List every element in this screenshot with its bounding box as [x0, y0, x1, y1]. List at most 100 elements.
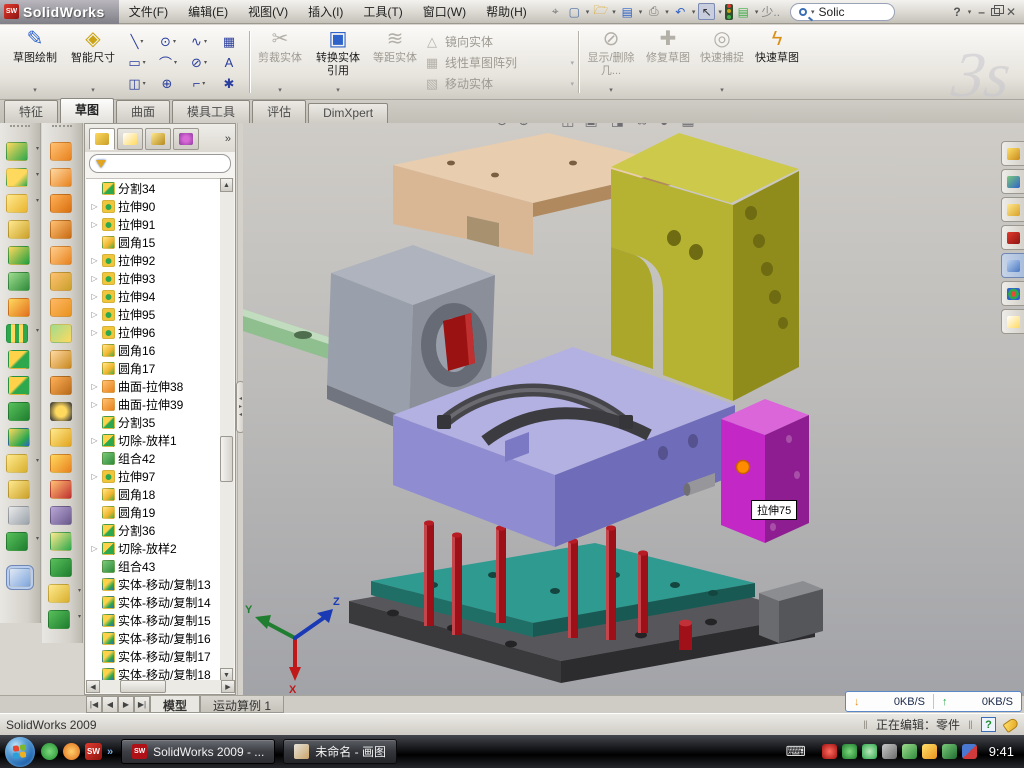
tree-item[interactable]: 实体-移动/复制16: [86, 629, 221, 647]
tray-icon[interactable]: [942, 744, 957, 759]
traffic-light-icon[interactable]: [725, 4, 733, 20]
tree-item[interactable]: 实体-移动/复制14: [86, 593, 221, 611]
doc-close-button[interactable]: ✕: [996, 123, 1006, 125]
sketch-entity-button[interactable]: ⌒▾: [153, 52, 184, 73]
doc-minimize-button[interactable]: –: [960, 123, 967, 125]
feature-tool-icon[interactable]: [8, 480, 30, 499]
tray-icon[interactable]: [922, 744, 937, 759]
expand-arrow-icon[interactable]: ▷: [90, 436, 99, 445]
quick-launch-solidworks-icon[interactable]: SW: [85, 743, 102, 760]
repair-sketch-button[interactable]: ✚ 修复草图: [642, 28, 694, 96]
menu-item[interactable]: 窗口(W): [413, 0, 476, 23]
new-file-icon[interactable]: ▢: [566, 3, 583, 20]
tree-item[interactable]: 分割35: [86, 413, 221, 431]
tray-icon[interactable]: [822, 744, 837, 759]
tree-item[interactable]: ▷ 拉伸91: [86, 215, 221, 233]
tree-item[interactable]: 分割34: [86, 179, 221, 197]
quick-launch-more-button[interactable]: »: [107, 746, 113, 758]
convert-entities-button[interactable]: ▣ 转换实体引用▾: [309, 28, 367, 96]
quick-snaps-button[interactable]: ◎ 快速捕捉▾: [696, 28, 748, 96]
sketch-entity-button[interactable]: ✱: [215, 73, 246, 94]
view-tool-button[interactable]: ●▾: [660, 123, 674, 129]
restore-button[interactable]: [991, 8, 1000, 16]
tree-item[interactable]: ▷ 拉伸92: [86, 251, 221, 269]
tree-item[interactable]: ▷ 拉伸94: [86, 287, 221, 305]
print-icon[interactable]: ⎙: [645, 3, 662, 20]
scroll-left-button[interactable]: ◀: [86, 680, 100, 693]
scroll-right-button[interactable]: ▶: [221, 680, 235, 693]
taskbar-task-button[interactable]: 未命名 - 画图: [283, 739, 397, 764]
tree-item[interactable]: 圆角19: [86, 503, 221, 521]
task-pane-tab[interactable]: [1001, 169, 1024, 194]
tab-scroll-button[interactable]: ▶|: [134, 696, 150, 713]
tree-vertical-scrollbar[interactable]: ▲ ▼: [220, 178, 234, 682]
tray-icon[interactable]: [902, 744, 917, 759]
minimize-button[interactable]: –: [978, 5, 985, 19]
surface-tool-icon[interactable]: [50, 376, 72, 395]
quick-launch-icon-2[interactable]: [63, 743, 80, 760]
tag-icon[interactable]: [1002, 716, 1019, 732]
tree-item[interactable]: ▷ 切除-放样2: [86, 539, 221, 557]
surface-tool-icon[interactable]: [50, 168, 72, 187]
task-pane-tab[interactable]: [1001, 253, 1024, 278]
tree-item[interactable]: ▷ 拉伸90: [86, 197, 221, 215]
tree-item[interactable]: 组合43: [86, 557, 221, 575]
input-method-icon[interactable]: ⌨: [785, 743, 805, 760]
save-icon[interactable]: ▤: [619, 3, 636, 20]
display-delete-relations-button[interactable]: ⊘ 显示/删除几...▾: [582, 28, 640, 96]
tree-item[interactable]: ▷ 曲面-拉伸38: [86, 377, 221, 395]
expand-arrow-icon[interactable]: ▷: [90, 400, 99, 409]
feature-tool-icon[interactable]: [8, 272, 30, 291]
tree-item[interactable]: 分割36: [86, 521, 221, 539]
sketch-entity-button[interactable]: ∿▾: [184, 31, 215, 52]
select-cursor-icon[interactable]: ↖: [698, 3, 715, 20]
document-tab[interactable]: 运动算例 1: [200, 696, 284, 713]
surface-tool-icon[interactable]: [50, 272, 72, 291]
feature-tool-icon[interactable]: [6, 194, 28, 213]
tree-item[interactable]: 圆角17: [86, 359, 221, 377]
tree-item[interactable]: 组合42: [86, 449, 221, 467]
tree-filter-input[interactable]: [89, 154, 231, 173]
feature-tool-icon[interactable]: [8, 246, 30, 265]
ribbon-tab[interactable]: 特征: [4, 100, 58, 123]
undo-icon[interactable]: ↶: [672, 3, 689, 20]
model-canvas[interactable]: X Y Z: [243, 123, 1024, 695]
sketch-entity-button[interactable]: ⊙▾: [153, 31, 184, 52]
surface-tool-icon[interactable]: [50, 324, 72, 343]
tree-item[interactable]: 圆角15: [86, 233, 221, 251]
tab-scroll-button[interactable]: ◀: [102, 696, 118, 713]
view-tool-button[interactable]: ⊕: [518, 123, 533, 129]
tree-item[interactable]: ▷ 曲面-拉伸39: [86, 395, 221, 413]
feature-tool-icon[interactable]: [8, 298, 30, 317]
expand-arrow-icon[interactable]: ▷: [90, 544, 99, 553]
panel-more-button[interactable]: »: [225, 133, 231, 145]
taskbar-task-button[interactable]: SW SolidWorks 2009 - ...: [121, 739, 275, 764]
scroll-thumb[interactable]: [220, 436, 233, 482]
sketch-entity-button[interactable]: ╲▾: [122, 31, 153, 52]
view-tool-button[interactable]: ∞▾: [637, 123, 653, 129]
search-input[interactable]: Solic: [819, 5, 845, 19]
view-tool-button[interactable]: ◨▾: [611, 123, 630, 129]
feature-tool-icon[interactable]: [6, 324, 28, 343]
quick-launch-icon-1[interactable]: [41, 743, 58, 760]
feature-tool-icon[interactable]: [8, 220, 30, 239]
view-tool-button[interactable]: ▣▾: [584, 123, 603, 129]
tray-icon[interactable]: [862, 744, 877, 759]
offset-entities-button[interactable]: ≋ 等距实体: [369, 28, 421, 96]
panel-tab[interactable]: [173, 128, 199, 150]
expand-arrow-icon[interactable]: ▷: [90, 274, 99, 283]
tree-item[interactable]: 圆角18: [86, 485, 221, 503]
surface-tool-icon[interactable]: [50, 246, 72, 265]
sketch-entity-button[interactable]: ◫▾: [122, 73, 153, 94]
pin-icon[interactable]: ⌖: [547, 3, 564, 20]
ribbon-tab[interactable]: 评估: [252, 100, 306, 123]
tree-horizontal-scrollbar[interactable]: ◀ ▶: [86, 680, 235, 693]
menu-item[interactable]: 插入(I): [298, 0, 353, 23]
tree-item[interactable]: 实体-移动/复制13: [86, 575, 221, 593]
expand-arrow-icon[interactable]: ▷: [90, 328, 99, 337]
sketch-entity-button[interactable]: ⌐▾: [184, 73, 215, 94]
quick-tips-icon[interactable]: ?: [981, 717, 996, 732]
view-tool-button[interactable]: ▦▾: [681, 123, 700, 129]
model-part-red-cylinder[interactable]: [679, 620, 692, 650]
feature-tool-icon[interactable]: [6, 532, 28, 551]
